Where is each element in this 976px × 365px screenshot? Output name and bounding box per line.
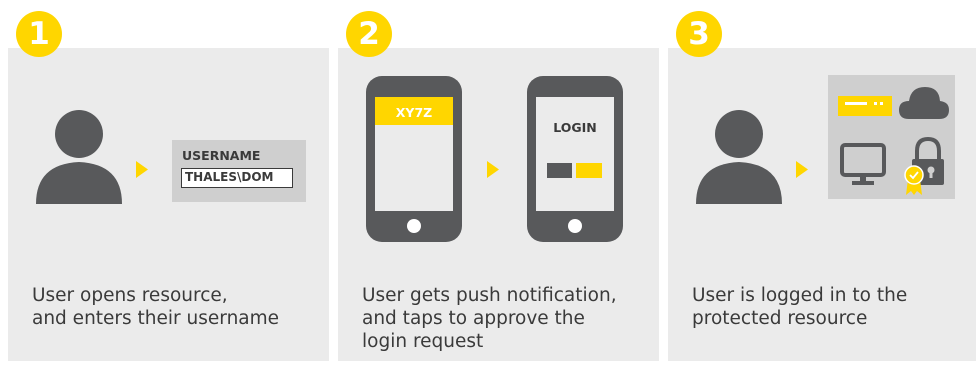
username-form: USERNAME THALES\DOM	[172, 140, 306, 202]
caption-line: and taps to approve the	[362, 308, 585, 329]
step-2-caption: User gets push notification, and taps to…	[362, 284, 651, 353]
certificate-badge-icon	[904, 165, 924, 195]
caption-line: User opens resource,	[32, 285, 228, 306]
step-1-panel: USERNAME THALES\DOM User opens resource,…	[8, 48, 329, 361]
arrow-right-icon	[796, 161, 808, 178]
step-3-number: 3	[676, 11, 722, 57]
caption-line: User gets push notification,	[362, 285, 617, 306]
step-2-panel: XY7Z LOGIN User gets push notification, …	[338, 48, 659, 361]
arrow-right-icon	[136, 161, 148, 178]
caption-line: login request	[362, 331, 484, 352]
user-icon	[696, 110, 782, 204]
protected-resources	[828, 75, 955, 199]
caption-line: protected resource	[692, 308, 868, 329]
push-code: XY7Z	[395, 105, 433, 120]
cloud-icon	[899, 87, 949, 119]
step-3-caption: User is logged in to the protected resou…	[692, 284, 976, 330]
username-label: USERNAME	[182, 148, 261, 163]
phone-icon	[527, 76, 623, 242]
arrow-right-icon	[487, 161, 499, 178]
user-icon	[36, 110, 122, 204]
caption-line: and enters their username	[32, 308, 280, 329]
caption-line: User is logged in to the	[692, 285, 908, 306]
step-2-number: 2	[346, 11, 392, 57]
username-field: THALES\DOM	[181, 168, 293, 188]
step-1-number: 1	[16, 11, 62, 57]
step-1-caption: User opens resource, and enters their us…	[32, 284, 321, 330]
monitor-icon	[840, 143, 886, 185]
step-3-panel: User is logged in to the protected resou…	[668, 48, 976, 361]
login-label: LOGIN	[553, 120, 597, 135]
phone-icon	[366, 76, 462, 242]
server-icon	[838, 96, 892, 116]
